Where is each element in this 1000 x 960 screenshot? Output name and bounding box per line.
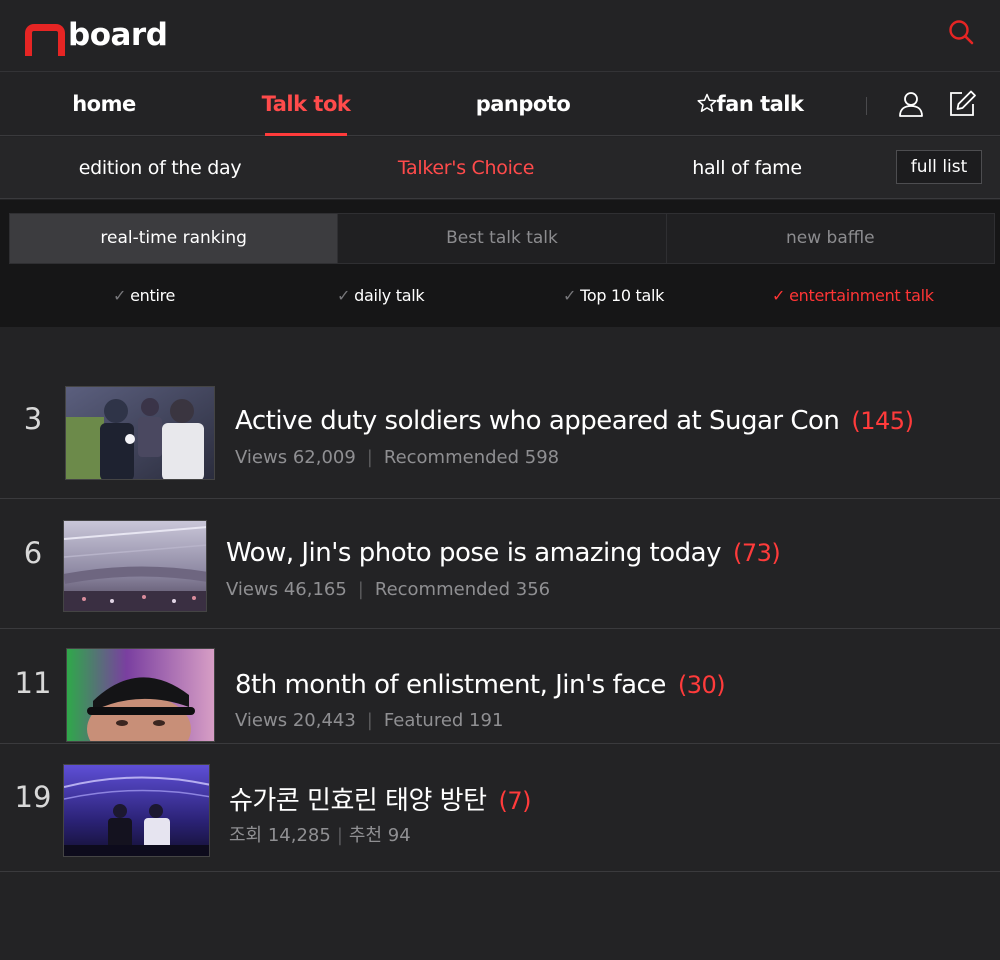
post-meta: 조회 14,285 | 추천 94 (229, 821, 411, 847)
meta-separator: | (366, 447, 373, 468)
nav-active-indicator (265, 133, 347, 136)
filter-daily-talk[interactable]: ✓ daily talk (337, 274, 425, 318)
post-title-line[interactable]: Active duty soldiers who appeared at Sug… (235, 406, 914, 436)
post-recommended: Recommended 598 (383, 447, 560, 468)
nav-fan-talk[interactable]: fan talk (680, 73, 820, 136)
subnav-edition-of-the-day[interactable]: edition of the day (60, 137, 260, 199)
sub-nav: edition of the day Talker's Choice hall … (0, 137, 1000, 199)
post-thumbnail[interactable] (66, 648, 215, 742)
comment-count: (7) (498, 787, 532, 815)
check-icon: ✓ (772, 286, 786, 305)
filter-entire[interactable]: ✓ entire (113, 274, 175, 318)
logo-n-icon (25, 21, 65, 56)
nav-divider (866, 97, 867, 115)
post-rank: 11 (14, 666, 52, 700)
nav-talk-tok[interactable]: Talk tok (246, 73, 366, 136)
post-meta: Views 20,443 | Featured 191 (235, 710, 503, 731)
tab-real-time-ranking[interactable]: real-time ranking (10, 214, 339, 263)
check-icon: ✓ (113, 286, 127, 305)
full-list-button[interactable]: full list (896, 150, 982, 184)
post-title: Active duty soldiers who appeared at Sug… (235, 406, 840, 436)
post-meta: Views 46,165 | Recommended 356 (226, 579, 550, 600)
meta-separator: | (336, 825, 343, 846)
filter-top-10-talk-label: Top 10 talk (580, 286, 665, 305)
post-thumbnail[interactable] (65, 386, 215, 480)
user-icon[interactable] (896, 89, 926, 119)
post-featured: Featured 191 (383, 710, 504, 731)
post-meta: Views 62,009 | Recommended 598 (235, 447, 559, 468)
filter-entire-label: entire (130, 286, 176, 305)
subnav-hall-of-fame[interactable]: hall of fame (647, 137, 847, 199)
post-thumbnail[interactable] (63, 520, 207, 612)
category-filters: ✓ entire ✓ daily talk ✓ Top 10 talk ✓ entert… (0, 274, 1000, 318)
post-title: 슈가콘 민효린 태양 방탄 (229, 786, 487, 816)
main-nav: home Talk tok panpoto fan talk (0, 73, 1000, 136)
comment-count: (145) (851, 407, 914, 435)
filter-entertainment-talk-label: entertainment talk (789, 286, 934, 305)
nav-fan-talk-label: fan talk (716, 92, 804, 116)
post-rank: 19 (14, 780, 52, 814)
edit-icon[interactable] (947, 89, 977, 119)
filter-daily-talk-label: daily talk (354, 286, 425, 305)
check-icon: ✓ (337, 286, 351, 305)
post-views: 조회 14,285 (229, 825, 331, 846)
post-views: Views 46,165 (226, 579, 347, 600)
post-title-line[interactable]: 슈가콘 민효린 태양 방탄 (7) (229, 780, 531, 817)
post-title: Wow, Jin's photo pose is amazing today (226, 538, 721, 568)
meta-separator: | (357, 579, 364, 600)
check-icon: ✓ (563, 286, 577, 305)
post-recommended: 추천 94 (348, 825, 411, 846)
nav-home[interactable]: home (44, 73, 164, 136)
comment-count: (30) (677, 671, 726, 699)
post-title: 8th month of enlistment, Jin's face (235, 670, 666, 700)
post-rank: 6 (23, 536, 43, 570)
logo-text: board (68, 17, 168, 53)
tab-new-baffle[interactable]: new baffle (666, 214, 994, 263)
meta-separator: | (366, 710, 373, 731)
ranking-tabs: real-time ranking Best talk talk new baf… (9, 213, 995, 264)
search-icon[interactable] (946, 18, 976, 48)
post-title-line[interactable]: 8th month of enlistment, Jin's face (30) (235, 670, 726, 700)
star-icon (696, 93, 717, 112)
post-rank: 3 (23, 402, 43, 436)
top-bar: board (0, 0, 1000, 72)
filter-top-10-talk[interactable]: ✓ Top 10 talk (563, 274, 664, 318)
post-row[interactable]: 3 Active duty soldiers who appeared at S… (0, 366, 1000, 499)
post-thumbnail[interactable] (63, 764, 210, 857)
logo[interactable]: board (25, 17, 168, 56)
nav-panpoto[interactable]: panpoto (463, 73, 583, 136)
comment-count: (73) (732, 539, 781, 567)
post-row[interactable]: 19 슈가콘 민효린 태양 방탄 (7) 조회 14,285 | 추천 94 (0, 745, 1000, 872)
post-recommended: Recommended 356 (374, 579, 551, 600)
post-title-line[interactable]: Wow, Jin's photo pose is amazing today (7… (226, 538, 781, 568)
filter-entertainment-talk[interactable]: ✓ entertainment talk (772, 274, 934, 318)
post-row[interactable]: 11 8th month of enlistment, Jin's face (3… (0, 630, 1000, 744)
post-views: Views 62,009 (235, 447, 356, 468)
post-views: Views 20,443 (235, 710, 356, 731)
subnav-talkers-choice[interactable]: Talker's Choice (366, 137, 566, 199)
post-row[interactable]: 6 Wow, Jin's photo pose is amazing today (0, 500, 1000, 629)
tab-best-talk-talk[interactable]: Best talk talk (338, 214, 667, 263)
